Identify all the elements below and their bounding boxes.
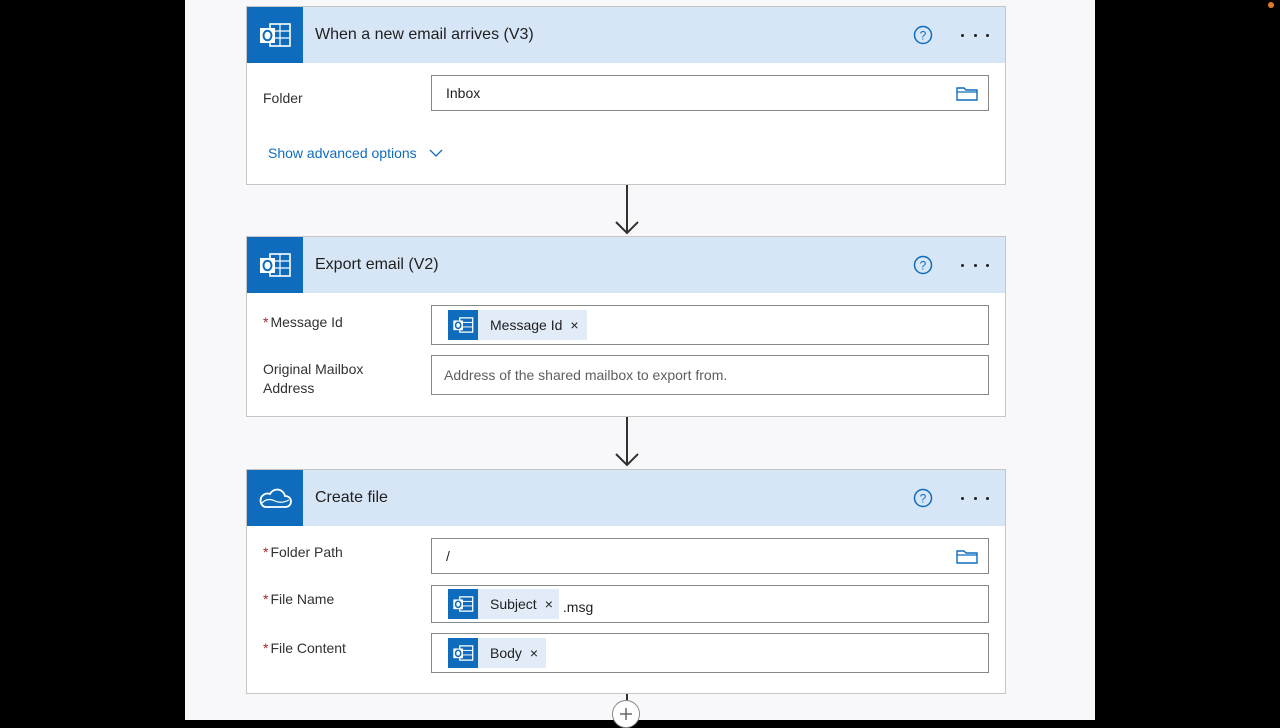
flow-arrow-down [615,417,639,467]
message-id-field[interactable]: Message Id × [431,305,989,345]
folder-label: Folder [263,90,303,106]
svg-text:?: ? [920,259,927,273]
help-icon[interactable]: ? [913,25,933,45]
required-marker: * [263,544,269,560]
outlook-icon [448,310,478,340]
more-options-icon[interactable] [961,255,989,275]
outlook-icon [247,237,303,293]
folder-path-label: * Folder Path [263,544,343,560]
file-content-label: * File Content [263,640,346,656]
more-options-icon[interactable] [961,25,989,45]
svg-text:?: ? [920,29,927,43]
flow-arrow-down [615,185,639,235]
message-id-label: * Message Id [263,314,343,330]
export-email-card: Export email (V2) ? * Message Id Message… [246,236,1006,417]
plus-icon [620,708,632,720]
show-advanced-options-link[interactable]: Show advanced options [268,145,443,161]
help-icon[interactable]: ? [913,488,933,508]
chevron-down-icon [429,149,443,157]
create-file-card-title: Create file [315,489,388,506]
original-mailbox-label: Original Mailbox Address [263,361,364,396]
file-name-suffix: .msg [562,599,594,615]
original-mailbox-placeholder: Address of the shared mailbox to export … [444,367,728,383]
export-email-card-header[interactable]: Export email (V2) ? [247,237,1005,293]
export-email-card-title: Export email (V2) [315,256,439,273]
notification-dot [1268,2,1274,8]
subject-token[interactable]: Subject × [448,589,559,619]
svg-text:?: ? [920,492,927,506]
folder-field[interactable]: Inbox [431,75,989,111]
trigger-card-title: When a new email arrives (V3) [315,26,534,43]
trigger-card-header[interactable]: When a new email arrives (V3) ? [247,7,1005,63]
body-token[interactable]: Body × [448,638,547,668]
folder-path-value: / [446,548,450,564]
add-step-button[interactable] [612,700,640,728]
outlook-icon [448,638,478,668]
more-options-icon[interactable] [961,488,989,508]
outlook-icon [247,7,303,63]
subject-token-label: Subject [490,596,537,612]
onedrive-icon [247,470,303,526]
help-icon[interactable]: ? [913,255,933,275]
folder-picker-icon[interactable] [956,548,978,564]
remove-token-icon[interactable]: × [570,317,578,333]
required-marker: * [263,591,269,607]
folder-value: Inbox [446,85,481,101]
create-file-card: Create file ? * Folder Path / * File Name [246,469,1006,694]
body-token-label: Body [490,645,522,661]
show-advanced-options-label: Show advanced options [268,145,417,161]
required-marker: * [263,314,269,330]
outlook-icon [448,589,478,619]
create-file-card-header[interactable]: Create file ? [247,470,1005,526]
original-mailbox-field[interactable]: Address of the shared mailbox to export … [431,355,989,395]
message-id-token[interactable]: Message Id × [448,310,587,340]
remove-token-icon[interactable]: × [530,645,538,661]
folder-picker-icon[interactable] [956,85,978,101]
file-name-field[interactable]: Subject × .msg [431,585,989,623]
folder-path-field[interactable]: / [431,538,989,574]
remove-token-icon[interactable]: × [545,596,553,612]
trigger-card: When a new email arrives (V3) ? Folder I… [246,6,1006,185]
required-marker: * [263,640,269,656]
file-name-label: * File Name [263,591,335,607]
message-id-token-label: Message Id [490,317,563,333]
file-content-field[interactable]: Body × [431,633,989,673]
